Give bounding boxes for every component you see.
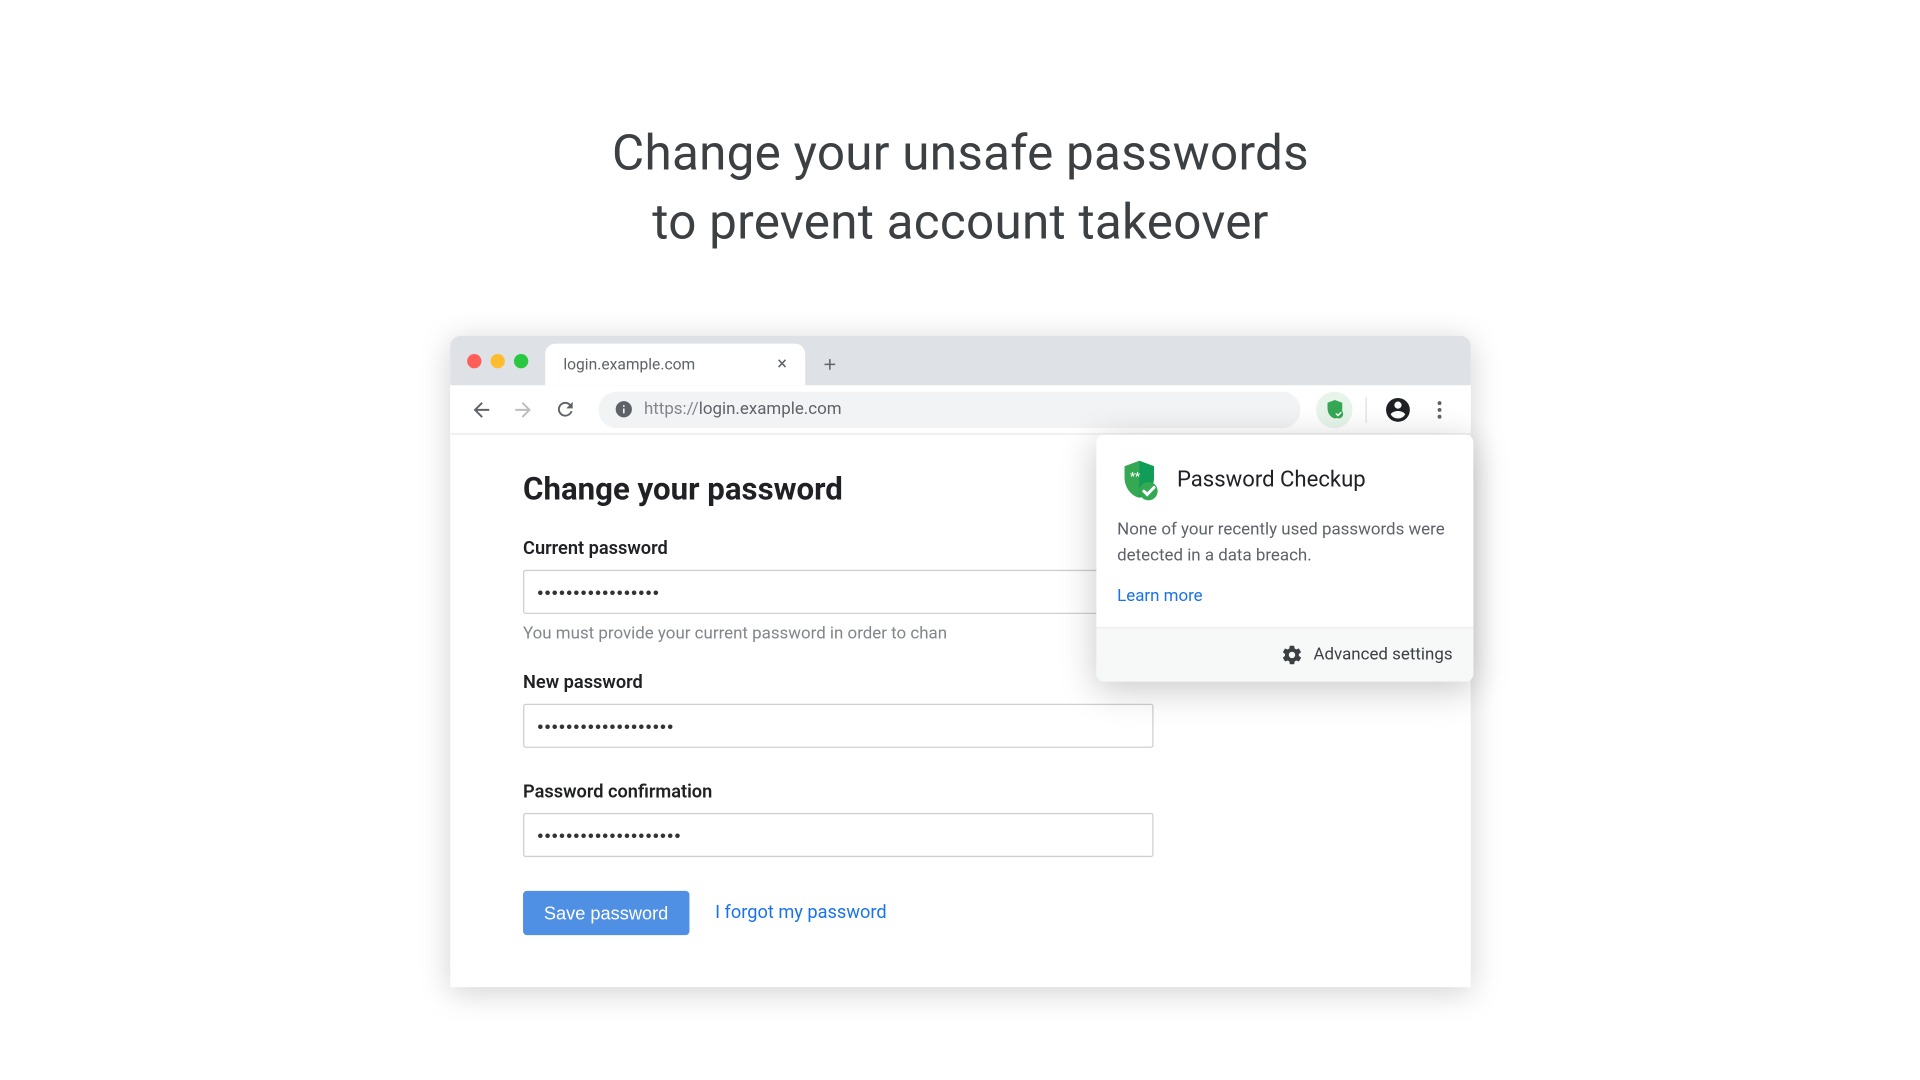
chrome-menu-button[interactable] bbox=[1421, 392, 1457, 428]
reload-icon bbox=[553, 399, 575, 421]
tab-title: login.example.com bbox=[563, 356, 695, 374]
shield-check-icon: ** bbox=[1117, 458, 1161, 502]
new-password-group: New password bbox=[523, 673, 1398, 759]
browser-tab[interactable]: login.example.com × bbox=[545, 344, 805, 386]
account-circle-icon bbox=[1383, 395, 1412, 424]
new-tab-button[interactable] bbox=[812, 348, 846, 382]
form-actions: Save password I forgot my password bbox=[523, 891, 1398, 935]
profile-button[interactable] bbox=[1379, 392, 1415, 428]
gear-icon bbox=[1280, 644, 1302, 666]
current-password-input[interactable] bbox=[523, 570, 1154, 614]
svg-text:**: ** bbox=[1130, 471, 1140, 484]
browser-window: login.example.com × https://login.exampl… bbox=[450, 336, 1471, 987]
marketing-headline: Change your unsafe passwords to prevent … bbox=[612, 120, 1309, 258]
arrow-right-icon bbox=[511, 398, 534, 421]
browser-toolbar: https://login.example.com bbox=[450, 386, 1471, 435]
window-controls bbox=[467, 354, 528, 368]
minimize-window-button[interactable] bbox=[490, 354, 504, 368]
close-window-button[interactable] bbox=[467, 354, 481, 368]
site-info-icon[interactable] bbox=[614, 400, 634, 420]
address-bar[interactable]: https://login.example.com bbox=[598, 392, 1300, 428]
password-checkup-popup: ** Password Checkup None of your recentl… bbox=[1096, 435, 1473, 682]
popup-message: None of your recently used passwords wer… bbox=[1096, 518, 1473, 587]
confirm-password-label: Password confirmation bbox=[523, 782, 1398, 803]
plus-icon bbox=[820, 356, 838, 374]
arrow-left-icon bbox=[469, 398, 492, 421]
confirm-password-input[interactable] bbox=[523, 813, 1154, 857]
current-password-help: You must provide your current password i… bbox=[523, 625, 965, 645]
toolbar-separator bbox=[1365, 397, 1366, 423]
confirm-password-group: Password confirmation bbox=[523, 782, 1398, 868]
password-checkup-extension-button[interactable] bbox=[1316, 392, 1352, 428]
back-button[interactable] bbox=[463, 392, 499, 428]
learn-more-link[interactable]: Learn more bbox=[1096, 587, 1473, 627]
reload-button[interactable] bbox=[546, 392, 582, 428]
shield-check-icon bbox=[1323, 399, 1345, 421]
url-text: https://login.example.com bbox=[643, 400, 841, 420]
advanced-settings-button[interactable]: Advanced settings bbox=[1096, 627, 1473, 682]
popup-title: Password Checkup bbox=[1176, 468, 1365, 494]
headline-line2: to prevent account takeover bbox=[652, 194, 1268, 251]
advanced-settings-label: Advanced settings bbox=[1313, 646, 1452, 666]
headline-line1: Change your unsafe passwords bbox=[612, 125, 1309, 182]
more-vertical-icon bbox=[1427, 398, 1450, 421]
forgot-password-link[interactable]: I forgot my password bbox=[715, 903, 887, 924]
forward-button[interactable] bbox=[504, 392, 540, 428]
tab-strip: login.example.com × bbox=[450, 336, 1471, 385]
new-password-input[interactable] bbox=[523, 704, 1154, 748]
close-tab-icon[interactable]: × bbox=[772, 354, 792, 375]
save-password-button[interactable]: Save password bbox=[523, 891, 689, 935]
popup-header: ** Password Checkup bbox=[1096, 435, 1473, 518]
maximize-window-button[interactable] bbox=[513, 354, 527, 368]
